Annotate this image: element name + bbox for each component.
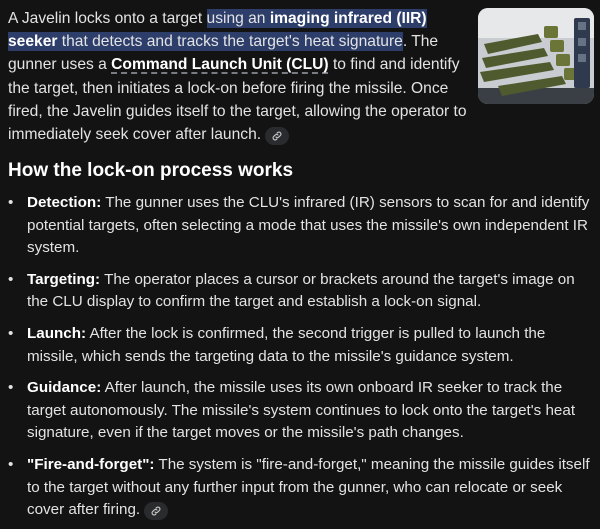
step-term: Targeting:	[27, 270, 101, 288]
bullet: •	[8, 324, 14, 342]
highlight-post: that detects and tracks the target's hea…	[57, 33, 403, 51]
step-term: Guidance:	[27, 379, 102, 397]
intro-paragraph: A Javelin locks onto a target using an i…	[8, 7, 470, 146]
highlight-pre: using an	[206, 10, 270, 27]
step-text: The gunner uses the CLU's infrared (IR) …	[27, 194, 590, 257]
ai-answer-panel: A Javelin locks onto a target using an i…	[0, 0, 600, 529]
bullet: •	[8, 194, 14, 211]
intro-lead: A Javelin locks onto a target	[8, 10, 207, 27]
source-link-chip[interactable]	[144, 502, 169, 521]
list-item: • "Fire-and-forget": The system is "fire-…	[8, 454, 590, 522]
thumbnail-image	[478, 8, 594, 104]
link-icon	[272, 131, 282, 141]
step-text: The operator places a cursor or brackets…	[27, 270, 575, 311]
clu-term-link[interactable]: Command Launch Unit (CLU)	[111, 56, 328, 73]
step-term: Detection:	[27, 194, 102, 211]
section-heading: How the lock-on process works	[8, 160, 294, 181]
list-item: • Detection: The gunner uses the CLU's in…	[8, 192, 590, 260]
link-icon	[151, 506, 161, 516]
bullet: •	[8, 455, 14, 473]
step-text: After launch, the missile uses its own o…	[27, 379, 576, 442]
javelin-missiles-thumbnail[interactable]	[478, 8, 594, 104]
list-item: • Guidance: After launch, the missile use…	[8, 377, 590, 445]
lock-on-steps-list: • Detection: The gunner uses the CLU's in…	[8, 192, 590, 529]
step-text: After the lock is confirmed, the second …	[27, 324, 546, 365]
bullet: •	[8, 270, 14, 288]
source-link-chip[interactable]	[265, 127, 290, 146]
step-term: "Fire-and-forget":	[27, 455, 155, 473]
list-item: • Launch: After the lock is confirmed, th…	[8, 323, 590, 368]
bullet: •	[8, 379, 14, 397]
step-term: Launch:	[27, 324, 87, 342]
list-item: • Targeting: The operator places a cursor…	[8, 269, 590, 314]
